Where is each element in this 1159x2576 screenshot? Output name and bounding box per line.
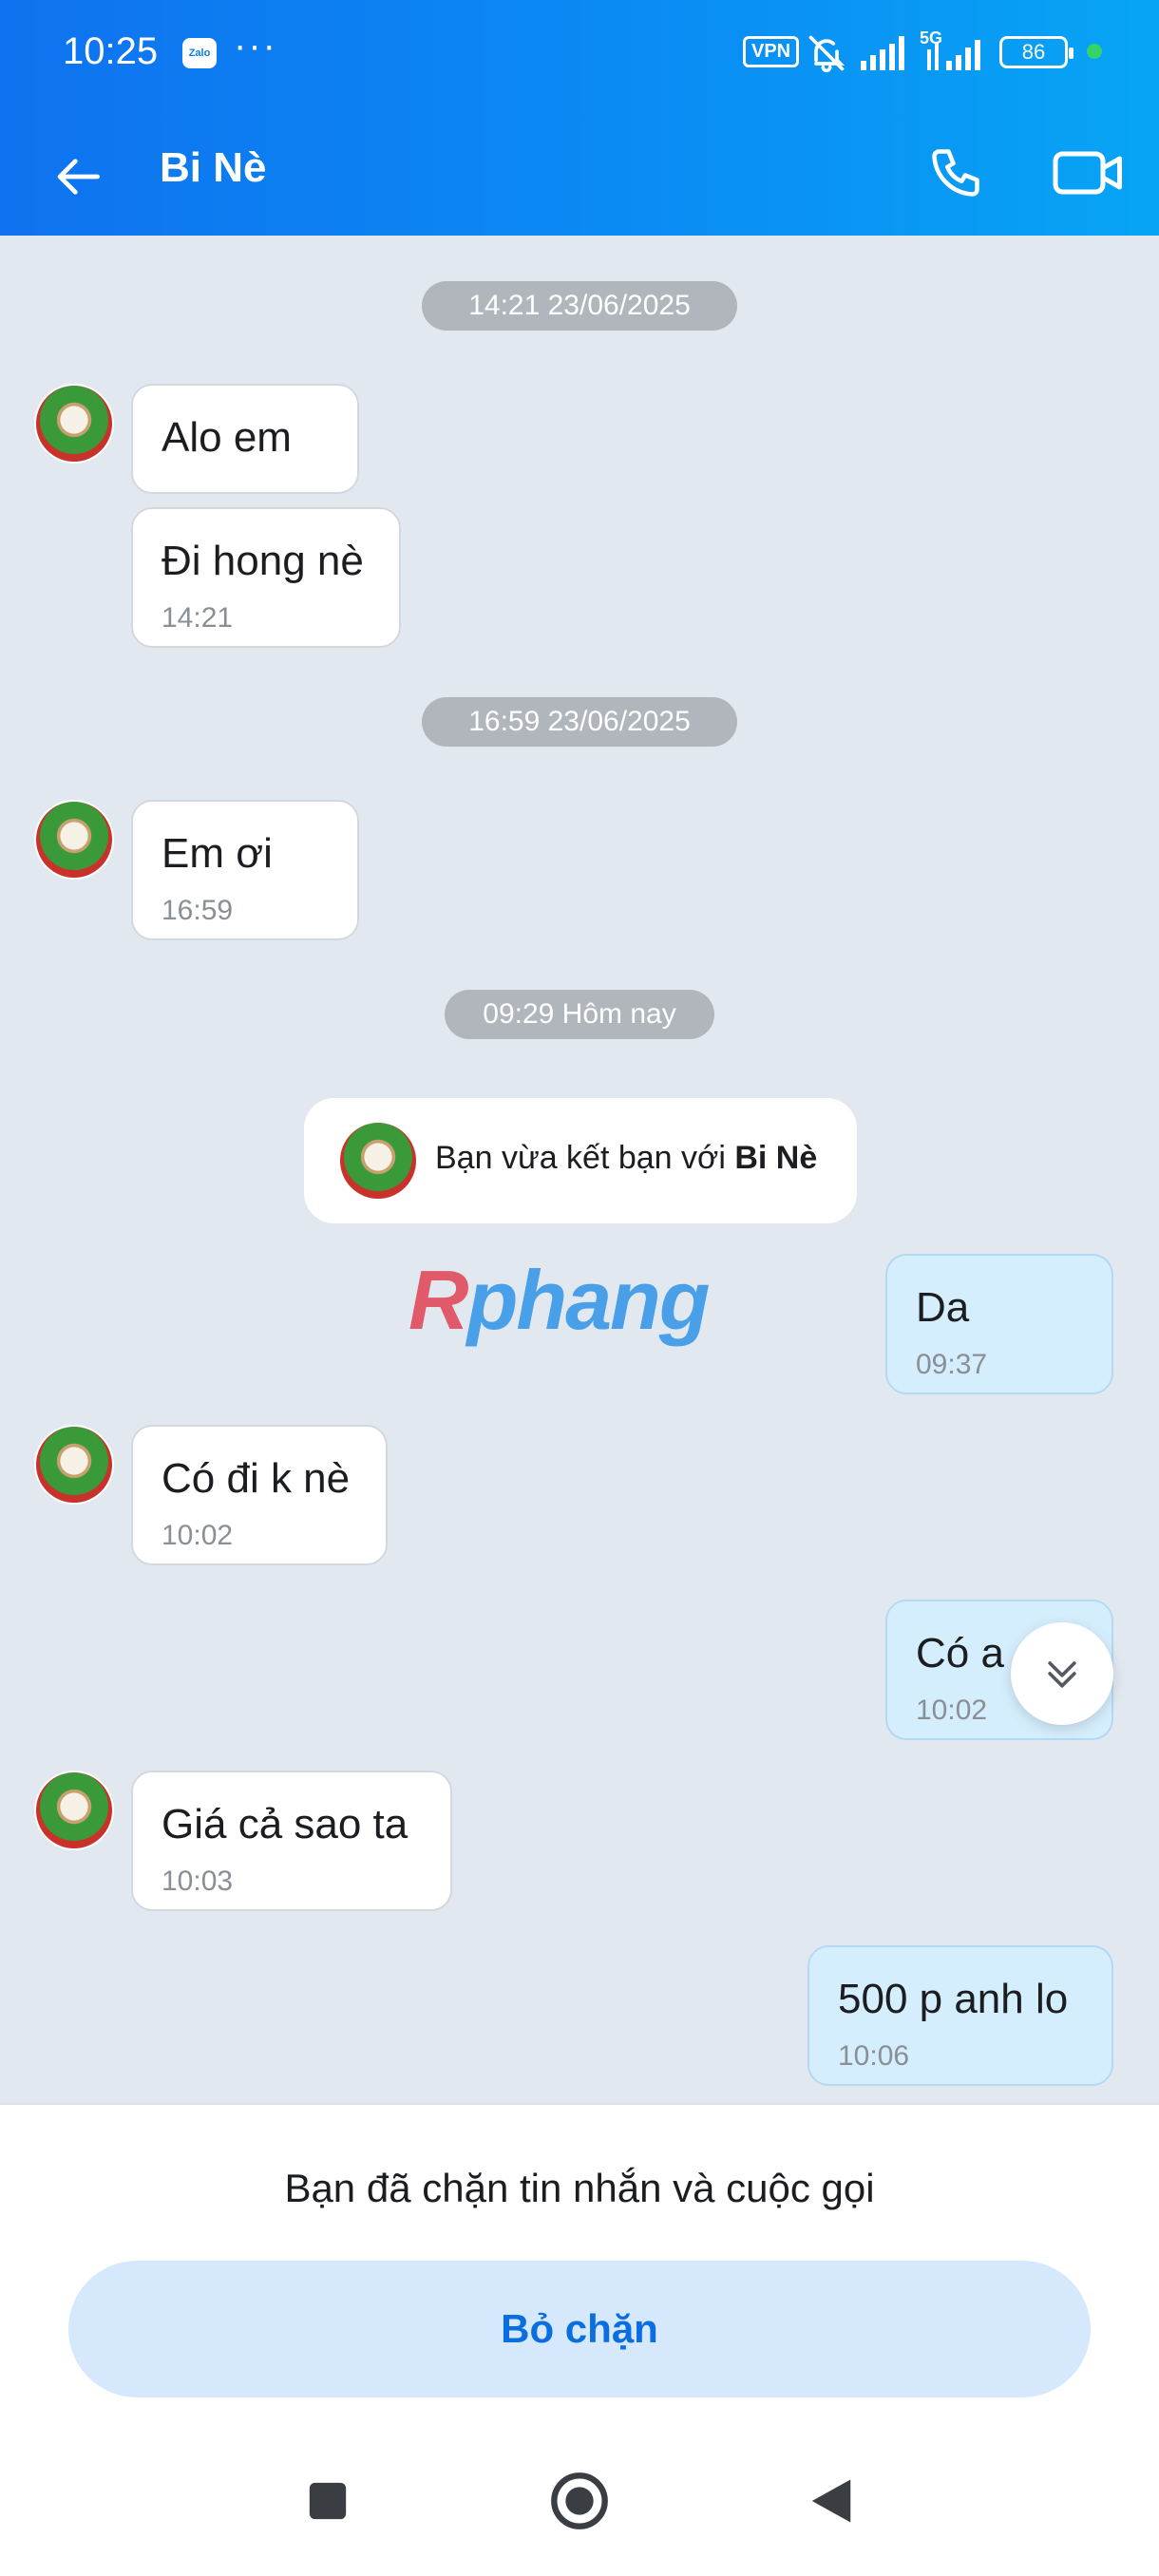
message-text: Da (916, 1284, 970, 1331)
triangle-back-icon (811, 2479, 851, 2523)
battery-icon: 86 (999, 36, 1074, 68)
message-text: Đi hong nè (162, 538, 364, 584)
home-button[interactable] (537, 2458, 622, 2544)
message-time: 10:06 (838, 2040, 910, 2072)
phone-icon (932, 149, 979, 197)
message-text: 500 p anh lo (838, 1976, 1069, 2022)
avatar (338, 1121, 418, 1201)
back-nav-button[interactable] (788, 2458, 874, 2544)
home-circle-icon (551, 2472, 608, 2529)
message-bubble-incoming[interactable]: Có đi k nè 10:02 (131, 1425, 388, 1565)
privacy-indicator-dot (1087, 44, 1102, 59)
message-bubble-incoming[interactable]: Đi hong nè 14:21 (131, 507, 401, 648)
date-separator: 14:21 23/06/2025 (422, 281, 737, 331)
signal-icon (861, 36, 910, 75)
message-time: 09:37 (916, 1349, 988, 1380)
back-button[interactable] (42, 139, 118, 215)
watermark-rest: phang (466, 1253, 711, 1347)
status-bar: 10:25 Zalo ··· VPN 5G 86 (0, 0, 1159, 106)
friend-notice-prefix: Bạn vừa kết bạn với (435, 1140, 735, 1176)
message-bubble-incoming[interactable]: Giá cả sao ta 10:03 (131, 1771, 452, 1911)
chat-header: 10:25 Zalo ··· VPN 5G 86 Bi Nè (0, 0, 1159, 236)
avatar[interactable] (34, 1771, 114, 1850)
message-list[interactable]: 14:21 23/06/2025 Alo em Đi hong nè 14:21… (0, 236, 1159, 2103)
message-time: 10:03 (162, 1866, 234, 1897)
avatar[interactable] (34, 1425, 114, 1505)
scroll-to-bottom-button[interactable] (1011, 1622, 1113, 1725)
message-text: Em ơi (162, 830, 273, 877)
avatar[interactable] (34, 800, 114, 880)
voice-call-button[interactable] (918, 135, 994, 211)
zalo-notification-icon: Zalo (182, 38, 217, 68)
video-camera-icon (1053, 151, 1122, 195)
avatar[interactable] (34, 384, 114, 464)
message-text: Alo em (162, 414, 292, 461)
message-time: 14:21 (162, 602, 234, 634)
message-text: Có a (916, 1630, 1004, 1676)
message-bubble-incoming[interactable]: Em ơi 16:59 (131, 800, 359, 940)
message-text: Có đi k nè (162, 1455, 351, 1502)
vpn-icon: VPN (743, 36, 800, 67)
date-separator: 16:59 23/06/2025 (422, 697, 737, 747)
friend-notice-text: Bạn vừa kết bạn với Bi Nè (435, 1140, 817, 1177)
message-time: 10:02 (916, 1695, 988, 1726)
mute-bell-icon (806, 32, 847, 79)
blocked-panel: Bạn đã chặn tin nhắn và cuộc gọi Bỏ chặn (0, 2103, 1159, 2416)
more-notifications-icon: ··· (234, 25, 277, 66)
system-nav-bar (0, 2416, 1159, 2576)
watermark-logo: Rphang (408, 1252, 711, 1349)
recents-button[interactable] (285, 2458, 370, 2544)
blocked-message: Bạn đã chặn tin nhắn và cuộc gọi (284, 2166, 875, 2210)
square-icon (309, 2482, 347, 2520)
unblock-button[interactable]: Bỏ chặn (68, 2261, 1091, 2397)
double-chevron-down-icon (1048, 1661, 1076, 1688)
back-arrow-icon (57, 159, 100, 195)
message-time: 16:59 (162, 895, 234, 926)
message-bubble-outgoing[interactable]: 500 p anh lo 10:06 (808, 1945, 1113, 2086)
video-call-button[interactable] (1051, 135, 1127, 211)
date-separator: 09:29 Hôm nay (445, 990, 714, 1039)
app-bar: Bi Nè (0, 106, 1159, 236)
message-time: 10:02 (162, 1520, 234, 1551)
status-time: 10:25 (63, 30, 159, 72)
message-bubble-outgoing[interactable]: Da 09:37 (885, 1254, 1113, 1394)
friend-added-notice: Bạn vừa kết bạn với Bi Nè (304, 1098, 857, 1223)
message-text: Giá cả sao ta (162, 1801, 408, 1847)
watermark-first: R (408, 1253, 469, 1347)
friend-notice-name: Bi Nè (734, 1140, 818, 1176)
contact-name[interactable]: Bi Nè (160, 144, 266, 192)
signal-icon-2 (927, 38, 984, 75)
message-bubble-incoming[interactable]: Alo em (131, 384, 359, 494)
